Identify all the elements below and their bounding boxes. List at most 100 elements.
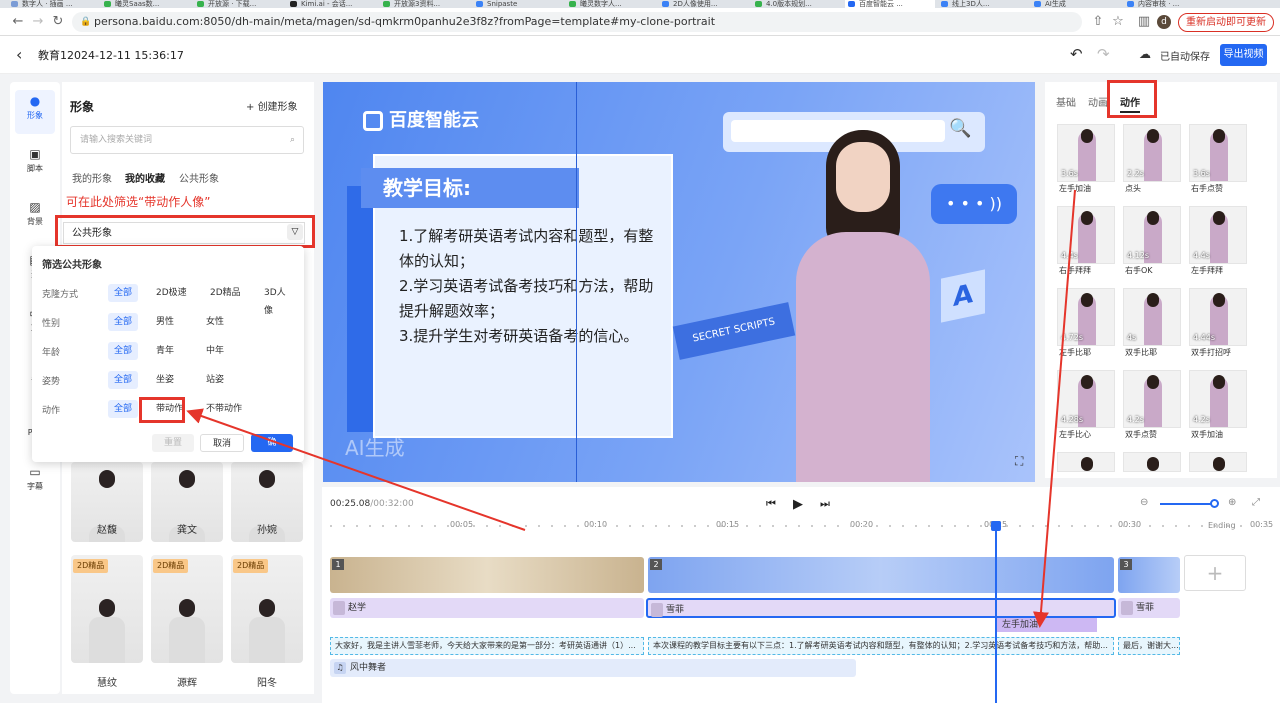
- motion-card[interactable]: 4.4s: [1189, 206, 1247, 264]
- browser-tab[interactable]: 线上3D人...: [938, 0, 1028, 8]
- filter-option[interactable]: 青年: [150, 342, 180, 360]
- motion-clip[interactable]: 左手加油: [997, 618, 1097, 632]
- filter-option[interactable]: 不带动作: [200, 400, 248, 418]
- filter-option[interactable]: 中年: [200, 342, 230, 360]
- subtitle-clip-3[interactable]: 最后，谢谢大...: [1118, 637, 1180, 655]
- motion-card[interactable]: [1057, 452, 1115, 472]
- share-icon[interactable]: ⇧: [1090, 14, 1106, 30]
- play-icon[interactable]: ▶: [793, 497, 803, 512]
- browser-tab[interactable]: Kimi.ai - 会话...: [287, 0, 377, 8]
- tab-favorites[interactable]: 我的收藏: [125, 170, 165, 185]
- zoom-out-icon[interactable]: ⊖: [1140, 497, 1148, 508]
- filter-option[interactable]: 全部: [108, 284, 139, 302]
- motion-card[interactable]: 4.44s: [1189, 288, 1247, 346]
- filter-option[interactable]: 全部: [108, 371, 139, 389]
- nav-background[interactable]: ▨ 背景: [15, 196, 55, 240]
- browser-tab[interactable]: 曦灵数字人...: [566, 0, 656, 8]
- browser-tab[interactable]: 开放源3资料...: [380, 0, 470, 8]
- playhead-handle[interactable]: [991, 521, 1001, 531]
- zoom-in-icon[interactable]: ⊕: [1228, 497, 1236, 508]
- motion-card[interactable]: 4.2s: [1123, 370, 1181, 428]
- add-clip-button[interactable]: +: [1184, 555, 1246, 591]
- subtitle-clip-2[interactable]: 本次课程的教学目标主要有以下三点：1.了解考研英语考试内容和题型，有整体的认知；…: [648, 637, 1114, 655]
- search-icon[interactable]: ⌕: [290, 127, 295, 153]
- undo-icon[interactable]: ↶: [1070, 45, 1083, 63]
- browser-tab[interactable]: 数字人 · 插画 ...: [8, 0, 98, 8]
- video-clip-2[interactable]: 2: [648, 557, 1114, 593]
- motion-card[interactable]: 2.2s: [1123, 124, 1181, 182]
- browser-forward-icon[interactable]: →: [30, 14, 46, 30]
- browser-back-icon[interactable]: ←: [10, 14, 26, 30]
- browser-tab[interactable]: 曦灵Saas数...: [101, 0, 191, 8]
- filter-option[interactable]: 2D极速: [150, 284, 193, 302]
- avatar-track-3[interactable]: 雪菲: [1118, 598, 1180, 618]
- prev-icon[interactable]: ⏮: [766, 497, 776, 511]
- zoom-slider[interactable]: [1160, 503, 1216, 505]
- subtitle-clip-1[interactable]: 大家好，我是主讲人雪菲老师，今天给大家带来的是第一部分：考研英语通讲（1）...: [330, 637, 644, 655]
- motion-card[interactable]: 4s: [1123, 288, 1181, 346]
- filter-option[interactable]: 全部: [108, 400, 139, 418]
- nav-avatar[interactable]: ● 形象: [15, 90, 55, 134]
- tab-my-avatars[interactable]: 我的形象: [72, 170, 112, 185]
- reset-button[interactable]: 重置: [152, 434, 194, 452]
- tab-basic[interactable]: 基础: [1056, 94, 1076, 109]
- cancel-button[interactable]: 取消: [200, 434, 244, 452]
- tab-public-avatars[interactable]: 公共形象: [179, 170, 219, 185]
- filter-option[interactable]: 女性: [200, 313, 230, 331]
- filter-option[interactable]: 坐姿: [150, 371, 180, 389]
- filter-option[interactable]: 全部: [108, 342, 139, 360]
- music-track[interactable]: ♫ 风中舞者: [330, 659, 856, 677]
- preview-canvas[interactable]: 百度智能云 教学目标: 1.了解考研英语考试内容和题型，有整体的认知； 2.学习…: [323, 82, 1035, 482]
- motion-card[interactable]: 4.28s: [1057, 370, 1115, 428]
- filter-option[interactable]: 站姿: [200, 371, 230, 389]
- nav-script[interactable]: ▣ 脚本: [15, 143, 55, 187]
- digital-human-figure[interactable]: [778, 122, 948, 482]
- video-clip-3[interactable]: 3: [1118, 557, 1180, 593]
- fullscreen-icon[interactable]: ⛶: [1015, 454, 1023, 469]
- motion-card[interactable]: 4.72s: [1057, 288, 1115, 346]
- video-clip-1[interactable]: 1: [330, 557, 644, 593]
- motion-card[interactable]: 4.4s: [1057, 206, 1115, 264]
- filter-option[interactable]: 2D精品: [204, 284, 247, 302]
- export-video-button[interactable]: 导出视频: [1220, 44, 1267, 66]
- browser-tab[interactable]: 2D人像使用...: [659, 0, 749, 8]
- filter-option[interactable]: 3D人像: [258, 284, 294, 316]
- browser-tab[interactable]: 百度智能云 ...: [845, 0, 935, 8]
- avatar-track-1[interactable]: 赵学: [330, 598, 644, 618]
- browser-reload-icon[interactable]: ↻: [50, 14, 66, 30]
- profile-avatar[interactable]: d: [1157, 15, 1171, 29]
- motion-card[interactable]: 3.6s: [1189, 124, 1247, 182]
- filter-option[interactable]: 全部: [108, 313, 139, 331]
- browser-tab[interactable]: Snipaste: [473, 0, 563, 8]
- motion-card[interactable]: 4.12s: [1123, 206, 1181, 264]
- search-input[interactable]: 请输入搜索关键词 ⌕: [70, 126, 304, 154]
- redo-icon[interactable]: ↷: [1097, 45, 1110, 63]
- tab-animation[interactable]: 动画: [1088, 94, 1108, 109]
- browser-tab[interactable]: 开放源 · 下载...: [194, 0, 284, 8]
- motion-card[interactable]: [1123, 452, 1181, 472]
- side-panel-icon[interactable]: ▥: [1136, 14, 1152, 30]
- avatar-track-2[interactable]: 雪菲: [646, 598, 1116, 618]
- url-field[interactable]: 🔒 persona.baidu.com:8050/dh-main/meta/mag…: [72, 12, 1082, 32]
- motion-card[interactable]: 3.6s: [1057, 124, 1115, 182]
- nav-subtitle[interactable]: ▭ 字幕: [15, 461, 55, 505]
- avatar-card[interactable]: 2D精品: [71, 555, 143, 663]
- next-icon[interactable]: ⏭: [820, 497, 830, 511]
- browser-tab[interactable]: 4.0版本规划...: [752, 0, 842, 8]
- avatar-card[interactable]: 2D精品: [231, 555, 303, 663]
- bookmark-star-icon[interactable]: ☆: [1110, 14, 1126, 30]
- restart-update-button[interactable]: 重新启动即可更新: [1178, 13, 1274, 32]
- confirm-button[interactable]: 确: [251, 434, 293, 452]
- motion-card[interactable]: 4.2s: [1189, 370, 1247, 428]
- document-title[interactable]: 教育12024-12-11 15:36:17: [38, 47, 184, 63]
- filter-option[interactable]: 男性: [150, 313, 180, 331]
- back-arrow-icon[interactable]: ‹: [16, 45, 22, 64]
- motion-card[interactable]: [1189, 452, 1247, 472]
- create-avatar-button[interactable]: + 创建形象: [246, 98, 298, 113]
- expand-icon[interactable]: ⤢: [1252, 497, 1260, 508]
- avatar-card[interactable]: 2D精品: [151, 555, 223, 663]
- browser-tab[interactable]: 内容审核 · ...: [1124, 0, 1214, 8]
- zoom-slider-handle[interactable]: [1210, 499, 1219, 508]
- browser-tab[interactable]: AI生成: [1031, 0, 1121, 8]
- playhead[interactable]: [991, 521, 1001, 703]
